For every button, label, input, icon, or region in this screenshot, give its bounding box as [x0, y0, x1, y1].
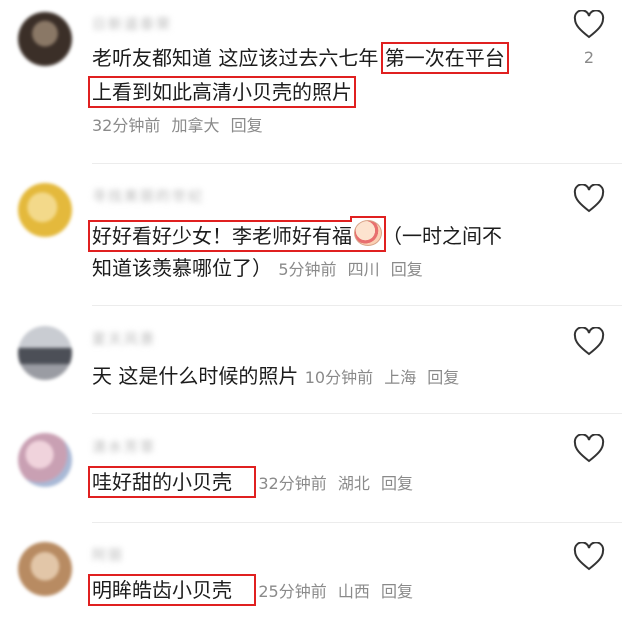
heart-icon[interactable] — [573, 184, 605, 214]
heart-icon[interactable] — [573, 10, 605, 40]
highlighted-text: 哇好甜的小贝壳 — [88, 466, 256, 498]
comment-text: 天 这是什么时候的照片 — [92, 364, 299, 388]
comment-text-line: 天 这是什么时候的照片 10分钟前 上海 回复 — [92, 362, 465, 392]
comment-location: 湖北 — [337, 474, 370, 493]
like-count: 2 — [583, 48, 595, 67]
comment-text: 知道该羡慕哪位了） — [92, 256, 272, 280]
avatar[interactable] — [18, 542, 72, 596]
comment-location: 上海 — [384, 368, 417, 387]
username[interactable]: 阿丽 — [92, 545, 124, 564]
reply-button[interactable]: 回复 — [391, 260, 423, 279]
comment-text: （一时之间不 — [382, 224, 502, 248]
comment-meta: 32分钟前 加拿大 回复 — [92, 112, 269, 140]
divider — [92, 522, 622, 523]
avatar[interactable] — [18, 183, 72, 237]
reply-button[interactable]: 回复 — [381, 474, 413, 493]
avatar[interactable] — [18, 433, 72, 487]
reply-button[interactable]: 回复 — [231, 116, 263, 135]
avatar[interactable] — [18, 12, 72, 66]
comment-text-line: 哇好甜的小贝壳 32分钟前 湖北 回复 — [88, 466, 419, 498]
comment-location: 加拿大 — [171, 116, 220, 135]
comment-text: 老听友都知道 这应该过去六七年 — [92, 46, 379, 70]
divider — [92, 413, 622, 414]
comment-text-line: 明眸皓齿小贝壳 25分钟前 山西 回复 — [88, 574, 419, 606]
comment-time: 10分钟前 — [304, 368, 374, 387]
heart-icon[interactable] — [573, 327, 605, 357]
highlighted-text: 第一次在平台 — [380, 42, 509, 74]
divider — [92, 305, 622, 306]
reply-button[interactable]: 回复 — [381, 582, 413, 601]
highlighted-text: 明眸皓齿小贝壳 — [88, 574, 256, 606]
heart-icon[interactable] — [573, 542, 605, 572]
avatar[interactable] — [18, 326, 72, 380]
highlighted-text: 好好看好少女！李老师好有福 — [88, 220, 386, 252]
heart-icon[interactable] — [573, 434, 605, 464]
comment-location: 四川 — [347, 260, 380, 279]
comment-time: 5分钟前 — [278, 260, 337, 279]
highlighted-text: 上看到如此高清小贝壳的照片 — [88, 76, 356, 108]
highlighted-text-content: 好好看好少女！李老师好有福 — [92, 224, 352, 248]
comment-text-line: 上看到如此高清小贝壳的照片 — [88, 76, 356, 108]
comment-time: 32分钟前 — [258, 474, 327, 493]
laughing-emoji-icon — [354, 220, 382, 246]
username[interactable]: 夏天风景 — [92, 329, 156, 348]
comment-text-line: 老听友都知道 这应该过去六七年 第一次在平台 — [92, 42, 509, 74]
divider — [92, 163, 622, 164]
username[interactable]: 寻找美丽的世纪 — [92, 186, 204, 205]
comment-time: 32分钟前 — [92, 116, 161, 135]
username[interactable]: 清水芳草 — [92, 437, 156, 456]
reply-button[interactable]: 回复 — [427, 368, 459, 387]
comment-text-line: 好好看好少女！李老师好有福 （一时之间不 — [88, 220, 502, 252]
comment-location: 山西 — [337, 582, 370, 601]
username[interactable]: 日新道泰荣 — [92, 14, 172, 33]
comment-text-line: 知道该羡慕哪位了） 5分钟前 四川 回复 — [92, 254, 429, 284]
comment-time: 25分钟前 — [258, 582, 327, 601]
